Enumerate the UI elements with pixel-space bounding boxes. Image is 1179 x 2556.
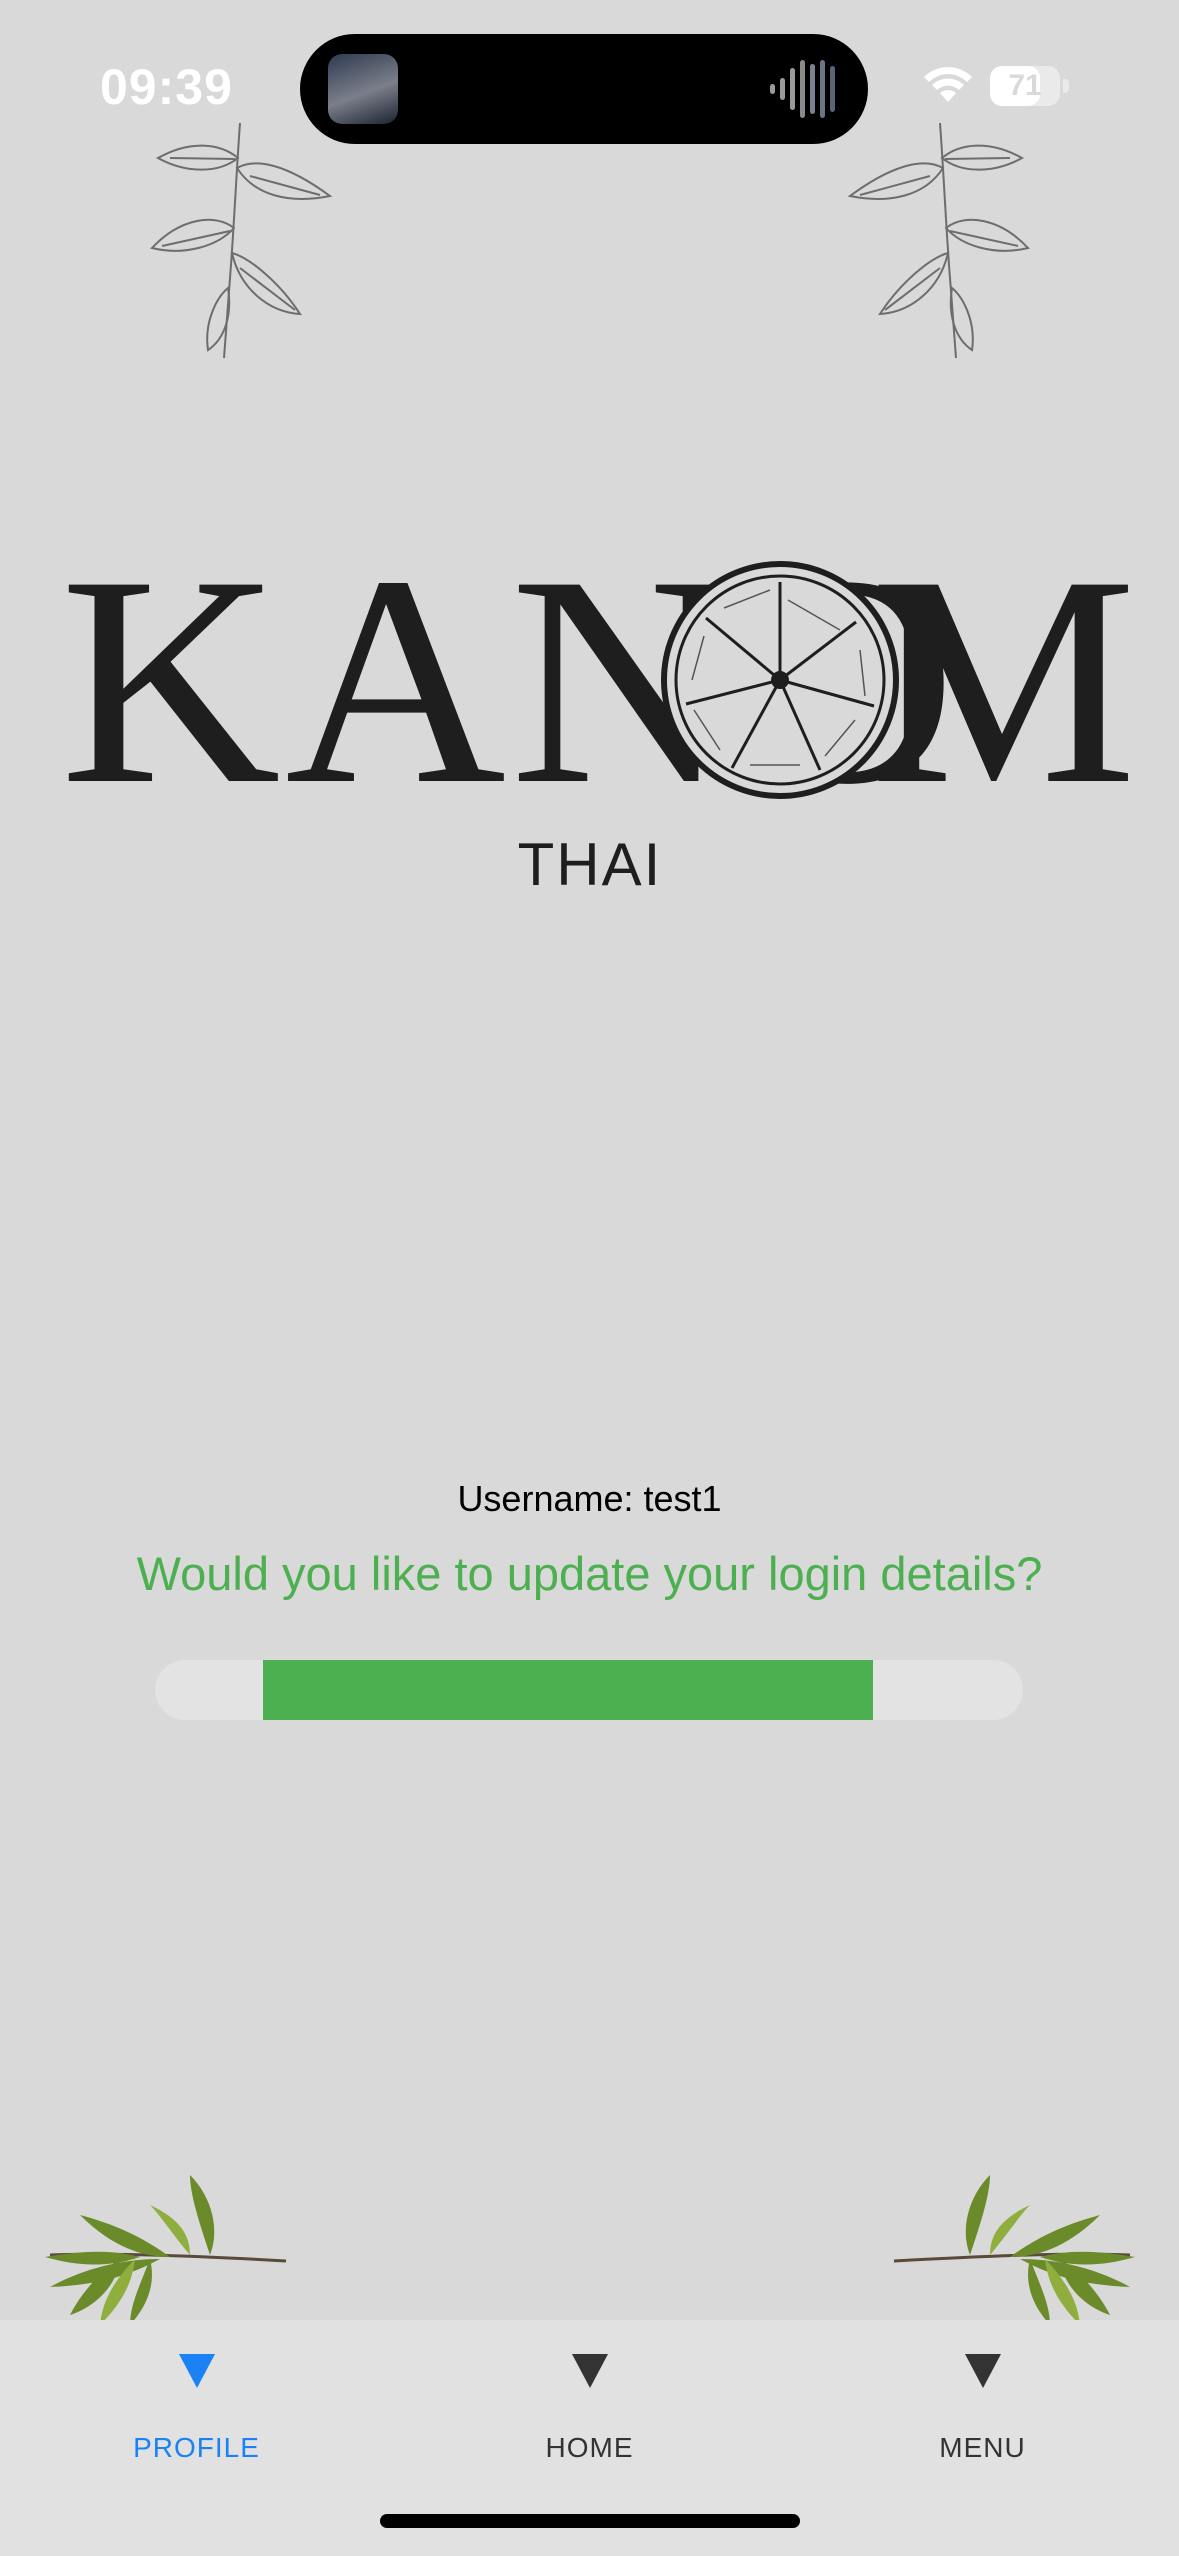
tab-home[interactable]: HOME <box>393 2320 786 2490</box>
wifi-icon <box>924 67 972 102</box>
audio-waveform-icon <box>770 60 835 118</box>
battery-level: 71 <box>1008 69 1042 102</box>
now-playing-artwork-icon[interactable] <box>328 54 398 124</box>
home-indicator[interactable] <box>380 2514 800 2528</box>
triangle-down-icon <box>964 2354 1001 2388</box>
brand-logo: KANO M THAI <box>60 530 1137 900</box>
triangle-down-icon <box>178 2354 215 2388</box>
username-label: Username: test1 <box>457 1478 722 1519</box>
triangle-down-icon <box>571 2354 608 2388</box>
status-time: 09:39 <box>100 59 233 115</box>
update-login-link[interactable]: Would you like to update your login deta… <box>0 1546 1179 1601</box>
progress-fill <box>263 1660 873 1720</box>
logo-subtitle: THAI <box>517 831 663 898</box>
tab-label: MENU <box>939 2432 1026 2463</box>
tab-label: PROFILE <box>133 2432 260 2463</box>
dynamic-island[interactable] <box>300 34 868 144</box>
battery-icon: 71 <box>990 66 1070 106</box>
sketch-branch-right-icon <box>847 122 1030 359</box>
progress-bar <box>155 1660 1023 1720</box>
tab-label: HOME <box>545 2432 634 2463</box>
leaf-sprig-left-icon <box>45 2175 287 2325</box>
lime-slice-icon <box>661 561 899 799</box>
tab-menu[interactable]: MENU <box>786 2320 1179 2490</box>
sketch-branch-left-icon <box>150 122 333 359</box>
tab-profile[interactable]: PROFILE <box>0 2320 393 2490</box>
leaf-sprig-right-icon <box>893 2175 1135 2325</box>
logo-word-end: M <box>870 514 1137 846</box>
